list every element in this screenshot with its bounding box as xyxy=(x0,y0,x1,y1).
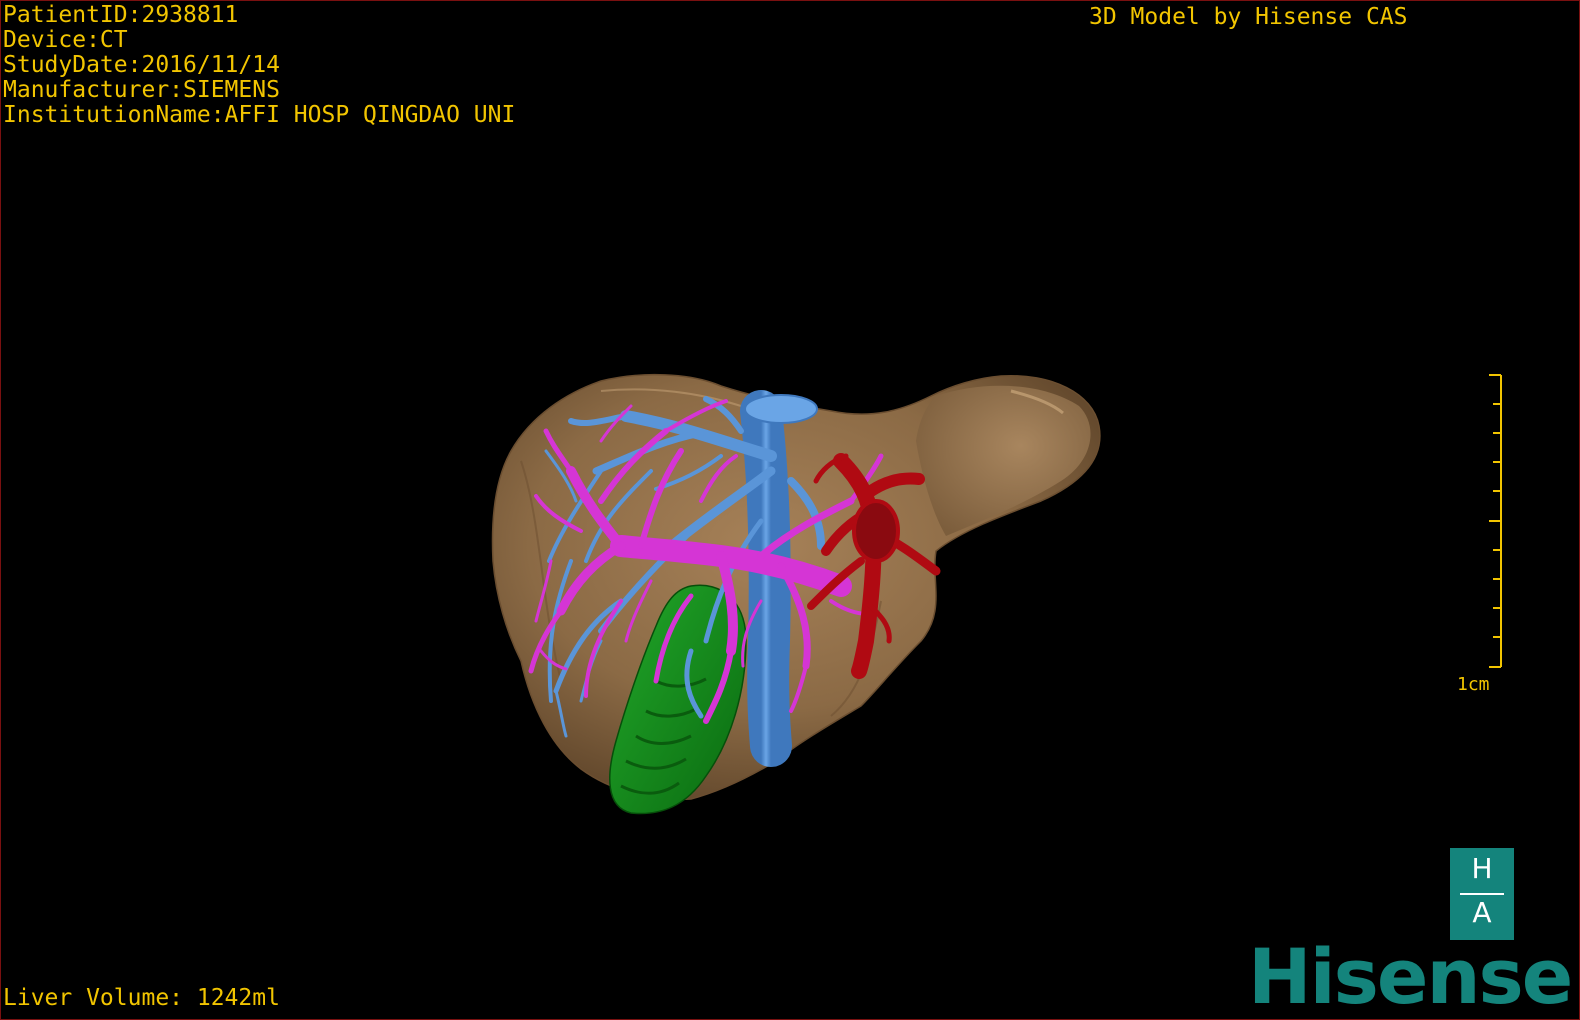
liver-surface xyxy=(491,373,1101,800)
institution-label: InstitutionName:AFFI HOSP QINGDAO UNI xyxy=(3,102,516,128)
study-date-label: StudyDate:2016/11/14 xyxy=(3,52,280,78)
3d-viewport[interactable]: PatientID:2938811 Device:CT StudyDate:20… xyxy=(0,0,1580,1020)
model-credit-label: 3D Model by Hisense CAS xyxy=(1089,4,1408,30)
logo-letter-bottom: A xyxy=(1472,896,1492,929)
logo-divider xyxy=(1460,893,1504,895)
logo-letter-top: H xyxy=(1471,852,1493,885)
scale-bar-label: 1cm xyxy=(1457,674,1490,695)
patient-info-overlay: PatientID:2938811 Device:CT StudyDate:20… xyxy=(3,3,515,128)
manufacturer-label: Manufacturer:SIEMENS xyxy=(3,77,280,103)
liver-3d-model[interactable] xyxy=(1,1,1579,1019)
liver-volume-label: Liver Volume: 1242ml xyxy=(3,985,280,1011)
hisense-brand-logo: Hisense xyxy=(1248,932,1573,1020)
patient-id-label: PatientID:2938811 xyxy=(3,2,239,28)
ha-logo: H A xyxy=(1450,848,1514,940)
scale-bar xyxy=(1489,374,1502,668)
device-label: Device:CT xyxy=(3,27,128,53)
